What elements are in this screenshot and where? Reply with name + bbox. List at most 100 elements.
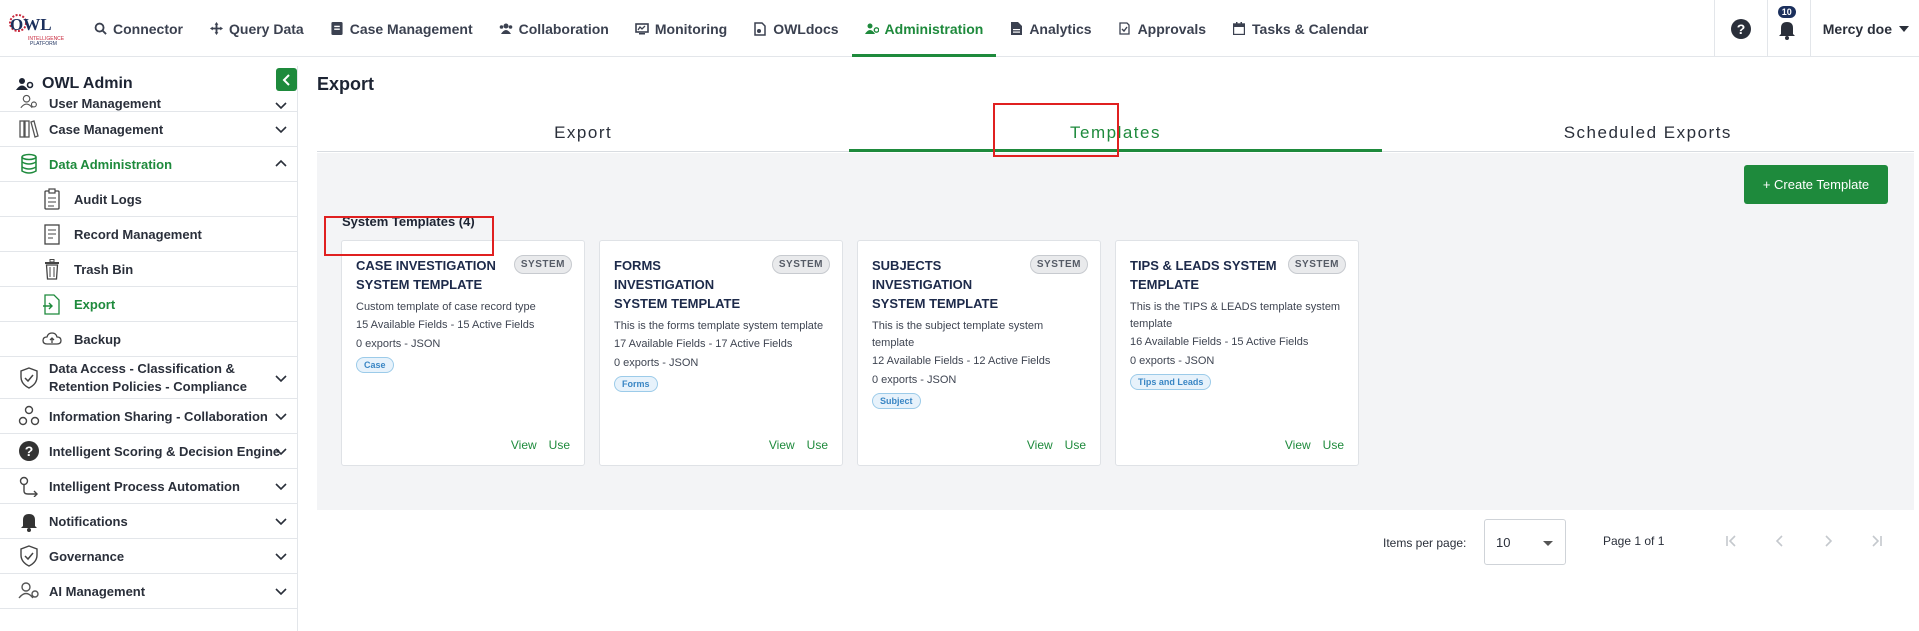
sidebar-item-data-administration[interactable]: Data Administration <box>0 147 297 182</box>
nav-label: Connector <box>113 20 183 37</box>
chevron-left-icon <box>1775 535 1783 547</box>
sidebar-subitem-trash-bin[interactable]: Trash Bin <box>0 252 297 287</box>
items-per-page-select[interactable]: 10 <box>1484 519 1566 565</box>
highlight-box <box>324 216 494 256</box>
governance-shield-icon <box>20 545 38 567</box>
card-description: Custom template of case record type <box>356 301 536 313</box>
use-link[interactable]: Use <box>1323 438 1344 452</box>
sidebar-item-case-management[interactable]: Case Management <box>0 112 297 147</box>
user-menu[interactable]: Mercy doe <box>1811 21 1919 37</box>
svg-text:?: ? <box>25 443 34 459</box>
sidebar-item-user-management[interactable]: User Management <box>0 94 297 112</box>
notifications-bell[interactable]: 10 <box>1776 5 1798 40</box>
card-exports: 0 exports - JSON <box>356 338 441 350</box>
question-circle-icon: ? <box>19 441 39 461</box>
nav-administration[interactable]: Administration <box>851 0 997 57</box>
chevron-down-icon <box>275 102 287 110</box>
collapse-sidebar-button[interactable] <box>276 68 297 91</box>
last-page-button[interactable] <box>1866 531 1886 551</box>
items-per-page-value: 10 <box>1496 534 1511 550</box>
sidebar-item-label: Information Sharing - Collaboration <box>49 408 268 424</box>
nav-connector[interactable]: Connector <box>80 0 196 57</box>
view-link[interactable]: View <box>511 438 537 452</box>
sidebar-item-notifications[interactable]: Notifications <box>0 504 297 539</box>
first-page-button[interactable] <box>1722 531 1742 551</box>
nav-collaboration[interactable]: Collaboration <box>486 0 622 57</box>
use-link[interactable]: Use <box>807 438 828 452</box>
card-actions: View Use <box>769 438 828 452</box>
nav-tasks-calendar[interactable]: Tasks & Calendar <box>1219 0 1381 57</box>
view-link[interactable]: View <box>769 438 795 452</box>
nav-label: Analytics <box>1029 20 1092 37</box>
sidebar-item-label: Governance <box>49 548 125 564</box>
nav-monitoring[interactable]: Monitoring <box>622 0 740 57</box>
chevron-down-icon <box>275 126 287 134</box>
use-link[interactable]: Use <box>1065 438 1086 452</box>
process-icon <box>19 476 38 497</box>
chevron-right-icon <box>1825 535 1833 547</box>
system-badge: SYSTEM <box>513 255 572 274</box>
tab-export[interactable]: Export <box>317 114 849 151</box>
card-actions: View Use <box>1285 438 1344 452</box>
highlight-box <box>993 103 1119 157</box>
first-page-icon <box>1726 535 1736 547</box>
sidebar-item-information-sharing[interactable]: Information Sharing - Collaboration <box>0 399 297 434</box>
move-icon <box>209 22 223 36</box>
nav-label: Collaboration <box>518 20 609 37</box>
chevron-down-icon <box>275 413 287 421</box>
sidebar-subitem-audit-logs[interactable]: Audit Logs <box>0 182 297 217</box>
nav-owldocs[interactable]: OWLdocs <box>740 0 851 57</box>
nav-query-data[interactable]: Query Data <box>196 0 317 57</box>
share-network-icon <box>18 405 40 426</box>
use-link[interactable]: Use <box>549 438 570 452</box>
template-card[interactable]: TIPS & LEADS SYSTEM TEMPLATE SYSTEM This… <box>1115 240 1359 466</box>
sidebar-item-ai-management[interactable]: AI Management <box>0 574 297 609</box>
chevron-down-icon <box>275 374 287 382</box>
card-title: CASE INVESTIGATION SYSTEM TEMPLATE <box>356 258 496 292</box>
help-icon[interactable]: ? <box>1730 18 1752 40</box>
chevron-up-icon <box>275 159 287 167</box>
nav-label: Query Data <box>229 20 304 37</box>
sidebar-item-label: Trash Bin <box>74 261 134 277</box>
card-fields: 16 Available Fields - 15 Active Fields <box>1130 336 1309 348</box>
clipboard-icon <box>44 188 60 210</box>
sidebar-subitem-export[interactable]: Export <box>0 287 297 322</box>
chevron-down-icon <box>275 448 287 456</box>
sidebar-item-intelligent-process-automation[interactable]: Intelligent Process Automation <box>0 469 297 504</box>
templates-panel: + Create Template System Templates (4) C… <box>317 153 1914 510</box>
sidebar-item-data-access[interactable]: Data Access - Classification & Retention… <box>0 357 297 399</box>
database-icon <box>21 153 37 174</box>
nav-case-management[interactable]: Case Management <box>317 0 486 57</box>
sidebar-item-label: Record Management <box>74 226 202 242</box>
template-card[interactable]: CASE INVESTIGATION SYSTEM TEMPLATE SYSTE… <box>341 240 585 466</box>
card-fields: 12 Available Fields - 12 Active Fields <box>872 355 1051 367</box>
sidebar-item-label: Intelligent Scoring & Decision Engine <box>49 443 281 459</box>
nav-analytics[interactable]: Analytics <box>996 0 1104 57</box>
sidebar-item-label: Notifications <box>49 513 128 529</box>
card-fields: 17 Available Fields - 17 Active Fields <box>614 338 793 350</box>
record-icon <box>44 224 60 245</box>
users-icon <box>499 22 513 36</box>
nav-approvals[interactable]: Approvals <box>1105 0 1219 57</box>
sidebar-item-intelligent-scoring[interactable]: ? Intelligent Scoring & Decision Engine <box>0 434 297 469</box>
sidebar-subitem-record-management[interactable]: Record Management <box>0 217 297 252</box>
sidebar-item-label: Export <box>74 296 116 312</box>
shield-check-icon <box>20 366 38 389</box>
card-exports: 0 exports - JSON <box>614 357 699 369</box>
sidebar-subitem-backup[interactable]: Backup <box>0 322 297 357</box>
view-link[interactable]: View <box>1285 438 1311 452</box>
next-page-button[interactable] <box>1818 531 1838 551</box>
monitor-icon <box>635 22 649 36</box>
nav-label: Case Management <box>349 20 473 37</box>
tab-scheduled-exports[interactable]: Scheduled Exports <box>1382 114 1914 151</box>
view-link[interactable]: View <box>1027 438 1053 452</box>
create-template-button[interactable]: + Create Template <box>1744 165 1888 204</box>
template-card[interactable]: FORMS INVESTIGATION SYSTEM TEMPLATE SYST… <box>599 240 843 466</box>
template-card[interactable]: SUBJECTS INVESTIGATION SYSTEM TEMPLATE S… <box>857 240 1101 466</box>
card-fields: 15 Available Fields - 15 Active Fields <box>356 319 535 331</box>
previous-page-button[interactable] <box>1770 531 1790 551</box>
items-per-page-label: Items per page: <box>1383 536 1467 550</box>
owl-logo-icon[interactable]: OWL INTELLIGENCE PLATFORM <box>8 10 66 48</box>
page-range-label: Page 1 of 1 <box>1603 534 1665 548</box>
sidebar-item-governance[interactable]: Governance <box>0 539 297 574</box>
